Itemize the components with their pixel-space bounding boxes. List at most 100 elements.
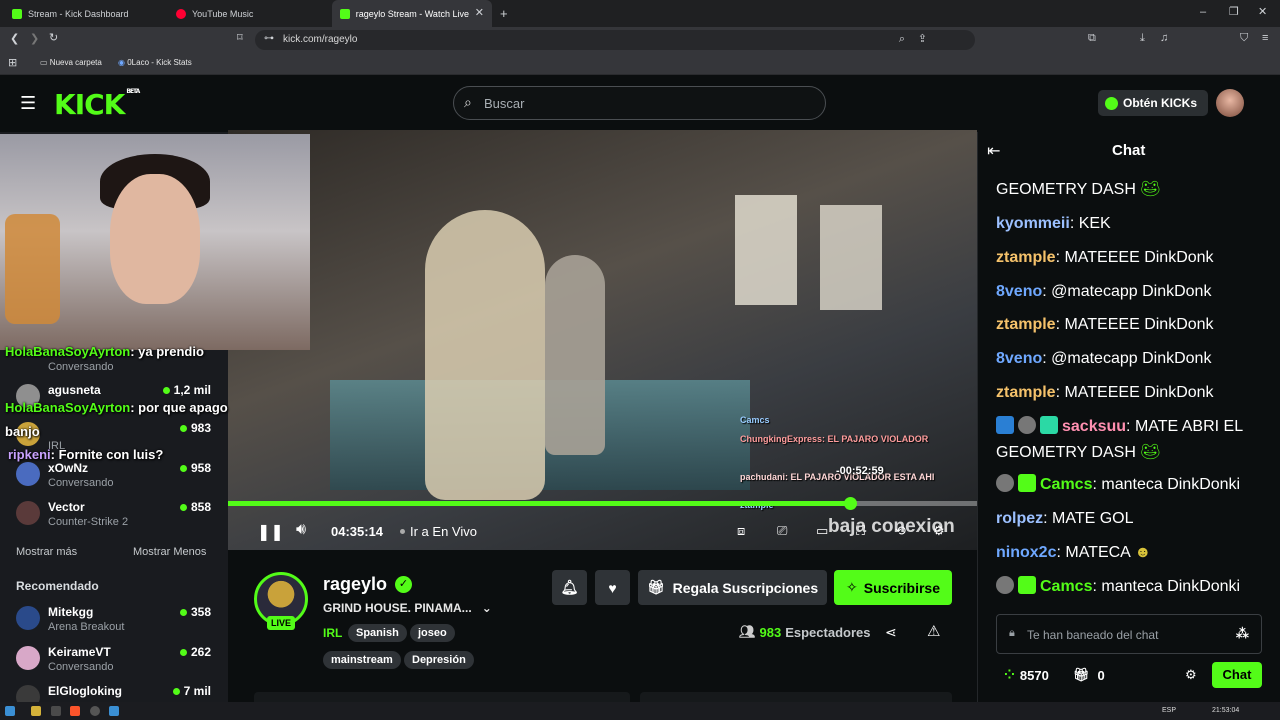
show-more-button[interactable]: Mostrar más <box>16 546 77 558</box>
pause-icon[interactable]: ❚❚ <box>257 522 284 542</box>
fullscreen-icon[interactable]: ⛶ <box>856 523 865 539</box>
video-progress-handle[interactable] <box>844 497 857 510</box>
collapse-chat-icon[interactable]: ⇤ <box>987 141 1000 161</box>
theater-mode-icon[interactable]: ▭ <box>816 523 828 539</box>
minimize-icon[interactable]: – <box>1200 7 1206 18</box>
stats-favicon-icon: ◉ <box>118 58 125 67</box>
gifts-value: 0 <box>1097 667 1105 683</box>
avatar <box>16 685 40 702</box>
extensions-icon[interactable]: ⧉ <box>1088 33 1096 44</box>
site-info-icon[interactable]: ⊶ <box>264 34 274 44</box>
tag[interactable]: Spanish <box>348 624 407 642</box>
taskbar-app-icon[interactable] <box>109 706 119 716</box>
video-countdown: -00:52:59 <box>836 465 884 477</box>
tag[interactable]: joseo <box>410 624 455 642</box>
clip-icon[interactable]: ⎚ <box>777 523 787 539</box>
follow-button[interactable]: ♥ <box>595 570 630 605</box>
tab-rageylo-stream[interactable]: rageylo Stream - Watch Live ✕ <box>332 0 492 27</box>
music-icon[interactable]: ♫ <box>1160 33 1168 44</box>
chat-text: : MATEEEE DinkDonk <box>1055 249 1214 266</box>
search-input[interactable]: ⌕ Buscar <box>453 86 826 120</box>
channel-points[interactable]: ⁘ 8570 <box>1004 667 1049 683</box>
apps-grid-icon[interactable]: ⊞ <box>8 58 17 69</box>
send-chat-button[interactable]: Chat <box>1212 662 1262 688</box>
sidebar-channel-keiramevt[interactable]: KeirameVT Conversando 262 <box>0 640 228 680</box>
url-input[interactable]: ⊶ kick.com/rageylo ⌕ ⇪ <box>255 30 975 50</box>
bookmark-icon[interactable]: ⌑ <box>237 33 243 44</box>
stream-title: GRIND HOUSE. PINAMA... <box>323 601 472 615</box>
gifts-count[interactable]: 🎁︎ 0 <box>1073 667 1105 683</box>
kick-logo[interactable]: KICK BETA <box>54 88 140 121</box>
chat-text: : MATECA <box>1056 544 1130 561</box>
menu-icon[interactable]: ≡ <box>1262 33 1268 44</box>
channel-category: Conversando <box>48 661 114 673</box>
download-icon[interactable]: ⤓ <box>1140 33 1145 44</box>
badge-icon <box>1018 474 1036 492</box>
close-window-icon[interactable]: ✕ <box>1258 7 1267 18</box>
miniplayer-icon[interactable]: ⧈ <box>737 523 745 539</box>
chat-text: GEOMETRY DASH <box>996 181 1136 198</box>
zoom-icon[interactable]: ⌕ <box>899 34 905 45</box>
windows-start-icon[interactable] <box>5 706 15 716</box>
restore-icon[interactable]: ❐ <box>1229 7 1239 18</box>
chat-username[interactable]: 8veno <box>996 283 1042 300</box>
settings-gear-icon[interactable]: ⚙ <box>933 523 945 539</box>
volume-icon[interactable]: 🔊︎ <box>296 521 306 539</box>
sidebar-channel-vector[interactable]: Vector Counter-Strike 2 858 <box>0 495 228 535</box>
show-less-button[interactable]: Mostrar Menos <box>133 546 206 558</box>
sidebar-channel-elglogloking[interactable]: ElGlogloking 7 mil <box>0 679 228 702</box>
chevron-down-icon[interactable]: ⌄ <box>482 601 492 615</box>
hamburger-menu-icon[interactable]: ☰ <box>20 93 36 114</box>
chat-username[interactable]: 8veno <box>996 350 1042 367</box>
chat-input[interactable]: 🔒︎ Te han baneado del chat ⁂ <box>996 614 1262 654</box>
reload-icon[interactable]: ↻ <box>49 33 58 44</box>
sidebar-channel-xownz[interactable]: xOwNz Conversando 958 <box>0 456 228 496</box>
new-tab-icon[interactable]: + <box>500 7 508 20</box>
forward-icon[interactable]: ❯ <box>30 34 39 45</box>
chat-username[interactable]: ztample <box>996 316 1056 333</box>
user-avatar[interactable] <box>1216 89 1244 117</box>
chat-username[interactable]: Camcs <box>1040 578 1092 595</box>
subscribe-button[interactable]: ✧ Suscribirse <box>834 570 952 605</box>
chat-username[interactable]: sacksuu <box>1062 418 1126 435</box>
chat-username[interactable]: Camcs <box>1040 476 1092 493</box>
tab-kick-dashboard[interactable]: Stream - Kick Dashboard <box>4 0 166 27</box>
chat-username[interactable]: kyommeii <box>996 215 1070 232</box>
close-tab-icon[interactable]: ✕ <box>475 8 484 19</box>
brave-browser-icon[interactable] <box>70 706 80 716</box>
stream-category-link[interactable]: IRL <box>323 626 342 640</box>
tag[interactable]: Depresión <box>404 651 474 669</box>
keyboard-language[interactable]: ESP <box>1162 707 1176 714</box>
tag[interactable]: mainstream <box>323 651 401 669</box>
chat-username[interactable]: rolpez <box>996 510 1043 527</box>
gift-subs-button[interactable]: 🎁︎ Regala Suscripciones <box>638 570 827 605</box>
video-time: 04:35:14 <box>331 524 384 539</box>
chat-settings-gear-icon[interactable]: ⚙ <box>1185 667 1197 683</box>
bookmark-label: 0Laco - Kick Stats <box>127 58 192 67</box>
get-kicks-label: Obtén KICKs <box>1123 96 1198 110</box>
sidebar-channel-mitekgg[interactable]: Mitekgg Arena Breakout 358 <box>0 600 228 640</box>
rewind-icon[interactable]: ⟲ <box>895 523 906 539</box>
chat-username[interactable]: ninox2c <box>996 544 1056 561</box>
back-icon[interactable]: ❮ <box>10 34 19 45</box>
badge-icon <box>996 416 1014 434</box>
heart-icon: ♥ <box>608 579 617 596</box>
chat-username[interactable]: ztample <box>996 384 1056 401</box>
obs-icon[interactable] <box>90 706 100 716</box>
report-icon[interactable]: ⚠ <box>927 622 940 640</box>
notifications-button[interactable]: 🔔︎ <box>552 570 587 605</box>
tab-youtube-music[interactable]: YouTube Music <box>168 0 330 27</box>
emote-picker-icon[interactable]: ⁂ <box>1236 626 1249 642</box>
chat-username[interactable]: ztample <box>996 249 1056 266</box>
share-icon[interactable]: ⋖ <box>885 624 897 641</box>
share-icon[interactable]: ⇪ <box>918 34 927 45</box>
streamer-name[interactable]: rageylo <box>323 574 387 595</box>
bookmarks-bar: ⊞ ▭ Nueva carpeta ◉ 0Laco - Kick Stats <box>0 53 1280 75</box>
get-kicks-button[interactable]: Obtén KICKs <box>1098 90 1208 116</box>
file-explorer-icon[interactable] <box>31 706 41 716</box>
vpn-icon[interactable]: ⛉ <box>1240 33 1248 44</box>
go-live-button[interactable]: Ir a En Vivo <box>400 524 477 539</box>
bookmark-nueva-carpeta[interactable]: ▭ Nueva carpeta <box>40 58 102 67</box>
taskbar-app-icon[interactable] <box>51 706 61 716</box>
bookmark-kick-stats[interactable]: ◉ 0Laco - Kick Stats <box>118 58 192 67</box>
